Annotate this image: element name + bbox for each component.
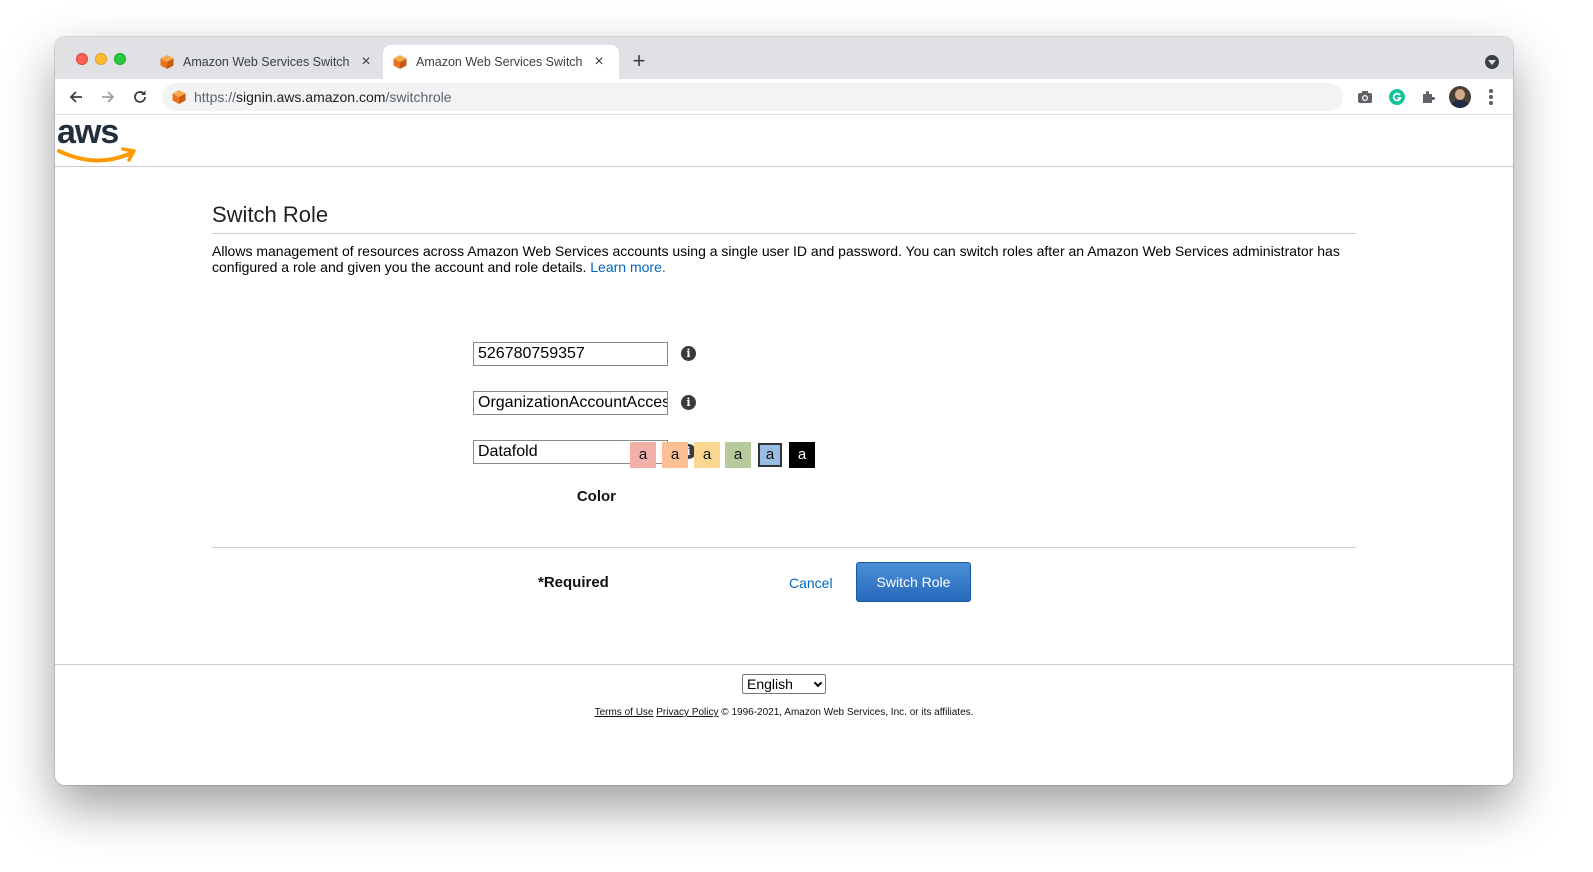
form-divider xyxy=(212,547,1356,548)
aws-header: aws xyxy=(55,115,1513,167)
aws-cube-icon xyxy=(393,55,407,69)
learn-more-link[interactable]: Learn more. xyxy=(590,259,665,275)
maximize-window-button[interactable] xyxy=(114,53,126,65)
close-window-button[interactable] xyxy=(76,53,88,65)
grammarly-icon[interactable] xyxy=(1388,88,1406,106)
color-swatch-black[interactable]: a xyxy=(789,442,815,468)
page-viewport: aws Switch Role Allows management of res… xyxy=(55,115,1513,785)
tab-close-icon[interactable]: × xyxy=(592,54,606,70)
page-footer: English Terms of Use Privacy Policy © 19… xyxy=(55,664,1513,785)
svg-text:aws: aws xyxy=(57,115,118,151)
browser-tab-1[interactable]: Amazon Web Services Switch R × xyxy=(150,45,378,79)
browser-menu-icon[interactable] xyxy=(1485,87,1497,107)
page-title: Switch Role xyxy=(212,201,1356,234)
back-arrow-icon[interactable] xyxy=(65,86,87,108)
color-swatch-yellow[interactable]: a xyxy=(694,442,720,468)
color-swatch-red[interactable]: a xyxy=(630,442,656,468)
tab-strip: Amazon Web Services Switch R × Amazon We… xyxy=(55,37,1513,79)
language-select[interactable]: English xyxy=(742,674,826,694)
address-bar[interactable]: https://signin.aws.amazon.com/switchrole xyxy=(162,83,1343,111)
minimize-window-button[interactable] xyxy=(95,53,107,65)
cancel-link[interactable]: Cancel xyxy=(789,575,833,591)
required-note: *Required xyxy=(538,574,609,591)
url-text: https://signin.aws.amazon.com/switchrole xyxy=(194,89,452,105)
browser-window: Amazon Web Services Switch R × Amazon We… xyxy=(55,37,1513,785)
color-swatch-green[interactable]: a xyxy=(725,442,751,468)
role-input[interactable]: OrganizationAccountAccessRole xyxy=(473,391,668,415)
page-description: Allows management of resources across Am… xyxy=(212,243,1340,275)
account-info-icon[interactable]: i xyxy=(681,346,696,361)
extensions-puzzle-icon[interactable] xyxy=(1419,88,1437,106)
account-input[interactable]: 526780759357 xyxy=(473,342,668,366)
terms-of-use-link[interactable]: Terms of Use xyxy=(595,707,654,718)
tab-search-icon[interactable] xyxy=(1485,55,1499,69)
copyright-text: © 1996-2021, Amazon Web Services, Inc. o… xyxy=(721,707,974,718)
privacy-policy-link[interactable]: Privacy Policy xyxy=(656,707,718,718)
switch-role-content: Switch Role Allows management of resourc… xyxy=(212,201,1356,275)
switch-role-button[interactable]: Switch Role xyxy=(856,562,971,602)
browser-toolbar: https://signin.aws.amazon.com/switchrole xyxy=(55,79,1513,115)
tab-title: Amazon Web Services Switch R xyxy=(183,55,351,69)
color-swatch-blue[interactable]: a xyxy=(757,442,783,468)
tab-title: Amazon Web Services Switch R xyxy=(416,55,584,69)
reload-icon[interactable] xyxy=(129,86,151,108)
tab-close-icon[interactable]: × xyxy=(359,54,373,70)
chevron-down-icon xyxy=(813,678,823,688)
language-value: English xyxy=(747,676,793,692)
browser-tab-2[interactable]: Amazon Web Services Switch R × xyxy=(383,45,619,79)
role-info-icon[interactable]: i xyxy=(681,395,696,410)
aws-cube-icon xyxy=(172,90,186,104)
forward-arrow-icon[interactable] xyxy=(97,86,119,108)
aws-cube-icon xyxy=(160,55,174,69)
camera-icon[interactable] xyxy=(1356,88,1374,106)
new-tab-plus-icon[interactable]: + xyxy=(627,49,651,73)
color-label: Color xyxy=(576,488,616,505)
legal-line: Terms of Use Privacy Policy © 1996-2021,… xyxy=(55,707,1513,718)
profile-avatar[interactable] xyxy=(1449,86,1471,108)
color-swatch-orange[interactable]: a xyxy=(662,442,688,468)
aws-logo: aws xyxy=(57,115,136,163)
